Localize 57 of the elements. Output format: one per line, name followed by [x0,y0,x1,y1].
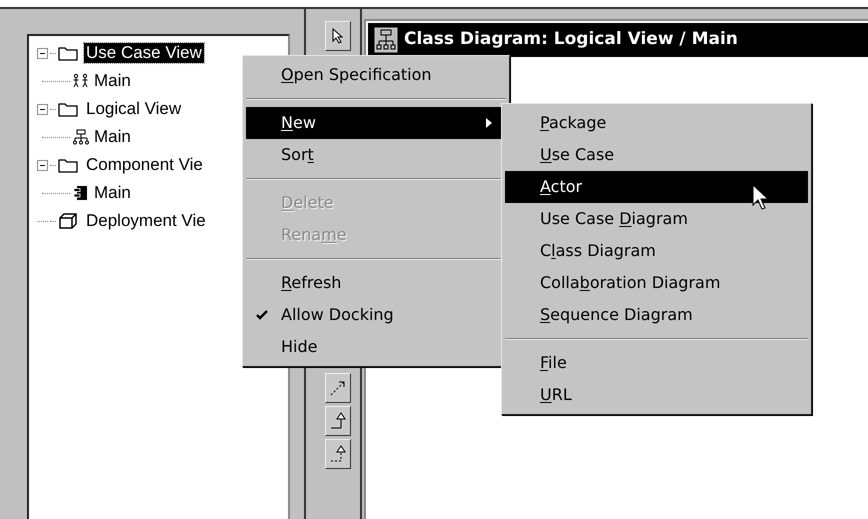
collapse-icon[interactable] [37,160,48,170]
menu-item-label: Collaboration Diagram [540,272,720,294]
tree-item[interactable]: Main [92,127,133,147]
tree-item[interactable]: Logical View [84,99,184,119]
menu-item-label: Actor [540,176,582,198]
menu-item[interactable]: Sequence Diagram [505,299,808,331]
tree-item[interactable]: Main [92,71,133,91]
window-title: Class Diagram: Logical View / Main [404,28,738,52]
menu-item[interactable]: Package [505,107,808,139]
folder-icon [58,157,78,173]
menu-item-label: Refresh [281,272,342,294]
class-diagram-icon [374,27,398,53]
mouse-cursor-icon [752,184,770,212]
realization-tool-button[interactable] [325,439,351,469]
menu-item[interactable]: URL [505,379,808,411]
dashed-arrow-icon [329,379,347,397]
menu-item-label: Delete [281,192,334,214]
component-icon [72,185,90,201]
menu-item-label: Use Case [540,144,614,166]
folder-icon [58,45,78,61]
tree-item[interactable]: Component Vie [84,155,205,175]
generalization-tool-button[interactable] [325,406,351,436]
class-diagram-icon [72,129,90,145]
menu-item-label: Sort [281,144,314,166]
menu-item[interactable]: File [505,347,808,379]
cube-icon [58,213,78,229]
menu-item-label: Allow Docking [281,304,394,326]
tree-item[interactable]: Deployment Vie [84,211,208,231]
actors-icon [72,73,90,89]
menu-item[interactable]: Collaboration Diagram [505,267,808,299]
menu-item[interactable]: Class Diagram [505,235,808,267]
menu-item-label: Hide [281,336,318,358]
menu-item[interactable]: Open Specification [246,59,506,91]
dependency-tool-button[interactable] [325,373,351,403]
menu-item-label: URL [540,384,572,406]
menu-item-label: Class Diagram [540,240,656,262]
menu-item-label: Open Specification [281,64,432,86]
menu-item-label: File [540,352,567,374]
check-icon [256,310,268,320]
menu-item[interactable]: Use Case [505,139,808,171]
menu-item[interactable]: Actor [505,171,808,203]
collapse-icon[interactable] [37,48,48,58]
tree-item[interactable]: Use Case View [84,43,204,63]
menu-item-label: Sequence Diagram [540,304,693,326]
menu-item-label: Package [540,112,606,134]
menu-item[interactable]: Use Case Diagram [505,203,808,235]
tree-item[interactable]: Main [92,183,133,203]
menu-item-label: New [281,112,316,134]
realization-icon [329,444,347,464]
menu-item-label: Rename [281,224,347,246]
folder-icon [58,101,78,117]
submenu-arrow-icon [486,118,492,128]
pointer-tool-button[interactable] [325,21,351,51]
collapse-icon[interactable] [37,104,48,114]
menu-item-label: Use Case Diagram [540,208,688,230]
generalization-icon [329,411,347,431]
pointer-icon [332,28,344,44]
